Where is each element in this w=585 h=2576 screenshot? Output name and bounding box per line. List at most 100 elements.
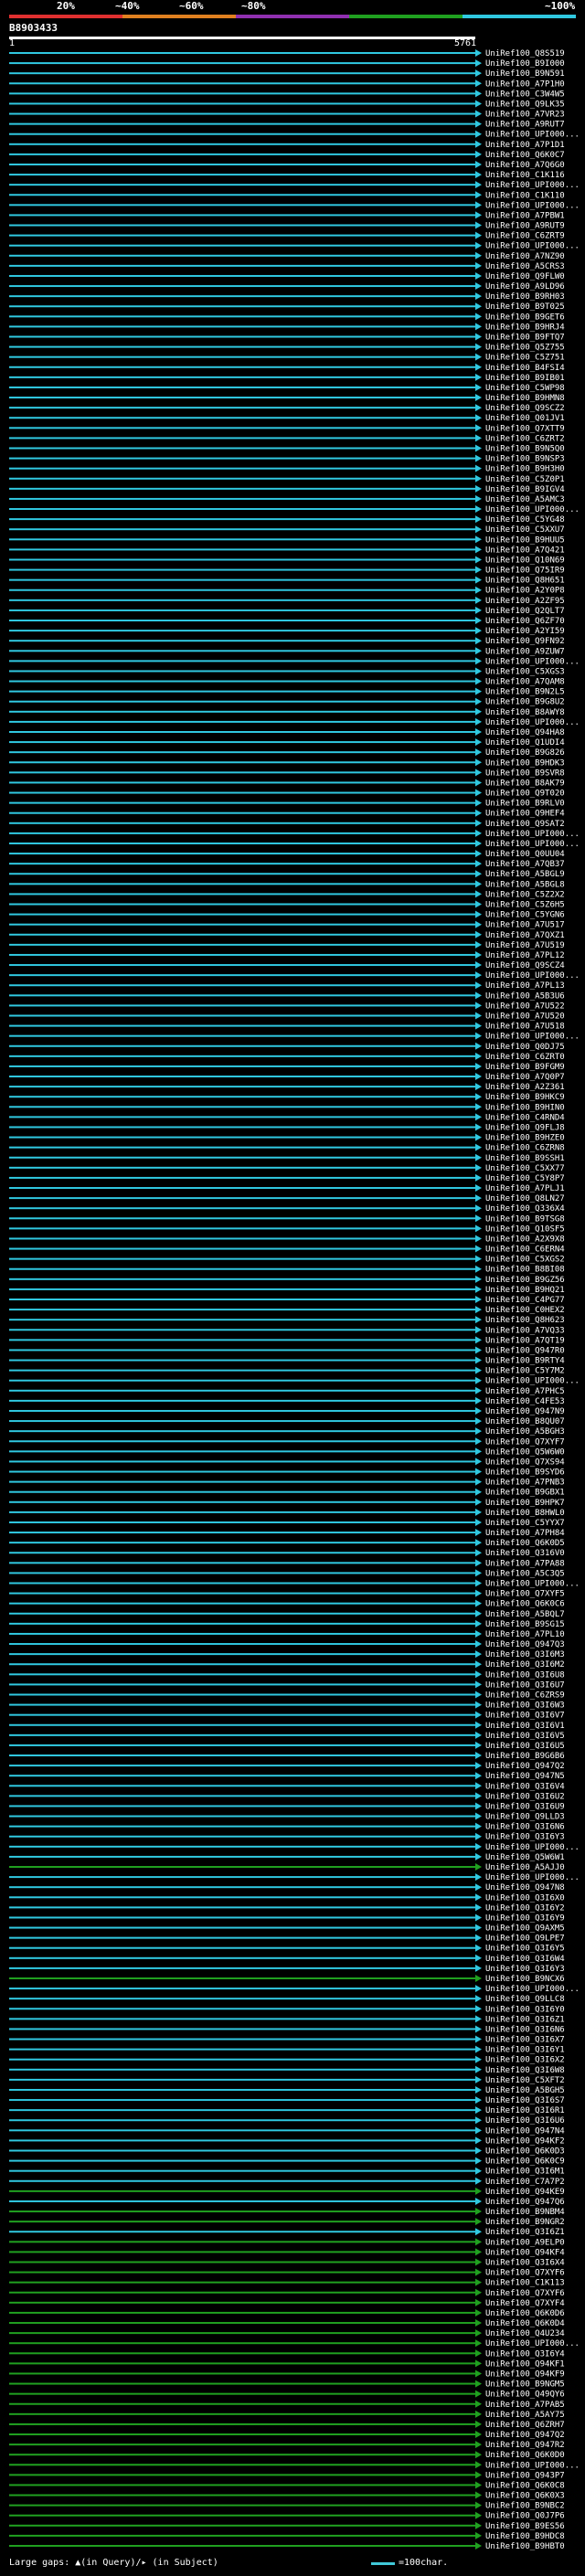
hit-label[interactable]: UniRef100_B9RH03 xyxy=(485,292,565,302)
hit-label[interactable]: UniRef100_Q947R2 xyxy=(485,2441,565,2450)
hit-label[interactable]: UniRef100_B9HDK3 xyxy=(485,758,565,768)
hit-label[interactable]: UniRef100_B9HRJ4 xyxy=(485,323,565,332)
hit-label[interactable]: UniRef100_Q3I6W4 xyxy=(485,1955,565,1964)
hit-label[interactable]: UniRef100_A7PNB3 xyxy=(485,1479,565,1488)
hit-label[interactable]: UniRef100_C5YYX7 xyxy=(485,1519,565,1528)
hit-label[interactable]: UniRef100_C6ZRS9 xyxy=(485,1691,565,1700)
hit-label[interactable]: UniRef100_Q3I6X2 xyxy=(485,2056,565,2065)
hit-label[interactable]: UniRef100_B9RLV0 xyxy=(485,800,565,809)
hit-label[interactable]: UniRef100_Q6ZRH7 xyxy=(485,2421,565,2430)
hit-label[interactable]: UniRef100_Q9FN92 xyxy=(485,637,565,646)
hit-label[interactable]: UniRef100_Q3I6M3 xyxy=(485,1650,565,1659)
hit-label[interactable]: UniRef100_A7P1H0 xyxy=(485,80,565,89)
hit-label[interactable]: UniRef100_Q3I6V7 xyxy=(485,1712,565,1721)
hit-label[interactable]: UniRef100_Q947N8 xyxy=(485,1883,565,1892)
hit-label[interactable]: UniRef100_Q3I6Y9 xyxy=(485,1913,565,1923)
hit-label[interactable]: UniRef100_Q316V0 xyxy=(485,1549,565,1558)
hit-label[interactable]: UniRef100_Q6K0C6 xyxy=(485,1600,565,1609)
hit-label[interactable]: UniRef100_Q75IR9 xyxy=(485,567,565,576)
hit-label[interactable]: UniRef100_Q10SF5 xyxy=(485,1224,565,1234)
hit-label[interactable]: UniRef100_UPI000... xyxy=(485,830,580,839)
hit-label[interactable]: UniRef100_Q7XTT9 xyxy=(485,424,565,433)
hit-label[interactable]: UniRef100_Q6K0C8 xyxy=(485,2481,565,2490)
hit-label[interactable]: UniRef100_A9RUT9 xyxy=(485,222,565,231)
hit-label[interactable]: UniRef100_A7U522 xyxy=(485,1002,565,1011)
hit-label[interactable]: UniRef100_A2Y0P8 xyxy=(485,587,565,596)
hit-label[interactable]: UniRef100_Q94KF4 xyxy=(485,2248,565,2257)
hit-label[interactable]: UniRef100_C1K116 xyxy=(485,171,565,180)
hit-label[interactable]: UniRef100_B9HDC8 xyxy=(485,2532,565,2541)
hit-label[interactable]: UniRef100_C6ZRT0 xyxy=(485,1053,565,1062)
hit-label[interactable]: UniRef100_Q6K0C7 xyxy=(485,151,565,160)
hit-label[interactable]: UniRef100_A7PH84 xyxy=(485,1529,565,1538)
hit-label[interactable]: UniRef100_A5C3Q5 xyxy=(485,1569,565,1578)
hit-label[interactable]: UniRef100_Q5W6W0 xyxy=(485,1447,565,1457)
hit-label[interactable]: UniRef100_A2ZF95 xyxy=(485,597,565,606)
hit-label[interactable]: UniRef100_Q9FLW0 xyxy=(485,272,565,281)
hit-label[interactable]: UniRef100_Q3I6X0 xyxy=(485,1893,565,1903)
hit-label[interactable]: UniRef100_A7NZ90 xyxy=(485,252,565,261)
hit-label[interactable]: UniRef100_B9RTY4 xyxy=(485,1357,565,1366)
hit-label[interactable]: UniRef100_B8AWY8 xyxy=(485,708,565,717)
hit-label[interactable]: UniRef100_Q3I6Y2 xyxy=(485,1903,565,1913)
hit-label[interactable]: UniRef100_Q7XS94 xyxy=(485,1458,565,1467)
hit-label[interactable]: UniRef100_A7P1D1 xyxy=(485,141,565,150)
hit-label[interactable]: UniRef100_Q0UU04 xyxy=(485,850,565,859)
hit-label[interactable]: UniRef100_Q3I6N6 xyxy=(485,1823,565,1832)
hit-label[interactable]: UniRef100_Q3I6Y5 xyxy=(485,1945,565,1954)
hit-label[interactable]: UniRef100_Q1UDI4 xyxy=(485,738,565,747)
hit-label[interactable]: UniRef100_B9GBX1 xyxy=(485,1489,565,1498)
hit-label[interactable]: UniRef100_Q3I6Z1 xyxy=(485,2228,565,2237)
hit-label[interactable]: UniRef100_Q9LLD3 xyxy=(485,1813,565,1822)
hit-label[interactable]: UniRef100_Q7XYF4 xyxy=(485,2299,565,2308)
hit-label[interactable]: UniRef100_Q3I6M1 xyxy=(485,2168,565,2177)
hit-label[interactable]: UniRef100_Q94KF2 xyxy=(485,2136,565,2146)
hit-label[interactable]: UniRef100_Q9LLC8 xyxy=(485,1995,565,2004)
hit-label[interactable]: UniRef100_A7PL13 xyxy=(485,981,565,991)
hit-label[interactable]: UniRef100_A9ELP0 xyxy=(485,2238,565,2247)
hit-label[interactable]: UniRef100_B9GZ56 xyxy=(485,1276,565,1285)
hit-label[interactable]: UniRef100_A7U520 xyxy=(485,1012,565,1022)
hit-label[interactable]: UniRef100_Q4U234 xyxy=(485,2329,565,2338)
hit-label[interactable]: UniRef100_A7QB37 xyxy=(485,860,565,869)
hit-label[interactable]: UniRef100_A7PHC5 xyxy=(485,1387,565,1396)
hit-label[interactable]: UniRef100_Q9SAT2 xyxy=(485,820,565,829)
hit-label[interactable]: UniRef100_UPI000... xyxy=(485,1580,580,1589)
hit-label[interactable]: UniRef100_UPI000... xyxy=(485,1843,580,1852)
hit-label[interactable]: UniRef100_B9NBC2 xyxy=(485,2502,565,2511)
hit-label[interactable]: UniRef100_B9NGR2 xyxy=(485,2218,565,2227)
hit-label[interactable]: UniRef100_Q947Q3 xyxy=(485,1640,565,1649)
hit-label[interactable]: UniRef100_B9HPK7 xyxy=(485,1499,565,1508)
hit-label[interactable]: UniRef100_C5Z0P1 xyxy=(485,475,565,484)
hit-label[interactable]: UniRef100_B9IGV4 xyxy=(485,485,565,494)
hit-label[interactable]: UniRef100_C4RND4 xyxy=(485,1113,565,1122)
hit-label[interactable]: UniRef100_C5Z751 xyxy=(485,354,565,363)
hit-label[interactable]: UniRef100_C7A7P2 xyxy=(485,2178,565,2187)
hit-label[interactable]: UniRef100_Q947Q6 xyxy=(485,2198,565,2207)
hit-label[interactable]: UniRef100_Q3I6U2 xyxy=(485,1792,565,1801)
hit-label[interactable]: UniRef100_A2YI59 xyxy=(485,627,565,636)
hit-label[interactable]: UniRef100_Q5W6W1 xyxy=(485,1853,565,1862)
hit-label[interactable]: UniRef100_Q9T020 xyxy=(485,790,565,799)
hit-label[interactable]: UniRef100_C4FE53 xyxy=(485,1397,565,1406)
hit-label[interactable]: UniRef100_Q01JV1 xyxy=(485,414,565,423)
hit-label[interactable]: UniRef100_B9T025 xyxy=(485,302,565,312)
hit-label[interactable]: UniRef100_Q3I6N6 xyxy=(485,2025,565,2034)
hit-label[interactable]: UniRef100_B9H3H0 xyxy=(485,465,565,474)
hit-label[interactable]: UniRef100_Q8H651 xyxy=(485,577,565,586)
hit-label[interactable]: UniRef100_A5CRS3 xyxy=(485,262,565,271)
hit-label[interactable]: UniRef100_Q5Z755 xyxy=(485,344,565,353)
hit-label[interactable]: UniRef100_Q94HA8 xyxy=(485,728,565,737)
hit-label[interactable]: UniRef100_C1K113 xyxy=(485,2279,565,2288)
hit-label[interactable]: UniRef100_B9HIN0 xyxy=(485,1103,565,1112)
hit-label[interactable]: UniRef100_Q9HEF4 xyxy=(485,810,565,819)
hit-label[interactable]: UniRef100_Q3I6U6 xyxy=(485,2116,565,2125)
hit-label[interactable]: UniRef100_Q7XYF6 xyxy=(485,2269,565,2278)
hit-label[interactable]: UniRef100_B9HZE0 xyxy=(485,1134,565,1143)
hit-label[interactable]: UniRef100_A7PA88 xyxy=(485,1559,565,1568)
hit-label[interactable]: UniRef100_Q3I6V5 xyxy=(485,1732,565,1741)
hit-label[interactable]: UniRef100_UPI000... xyxy=(485,1873,580,1882)
hit-label[interactable]: UniRef100_B9SG15 xyxy=(485,1620,565,1629)
hit-label[interactable]: UniRef100_Q9LK35 xyxy=(485,100,565,109)
hit-label[interactable]: UniRef100_A7PBW1 xyxy=(485,211,565,220)
